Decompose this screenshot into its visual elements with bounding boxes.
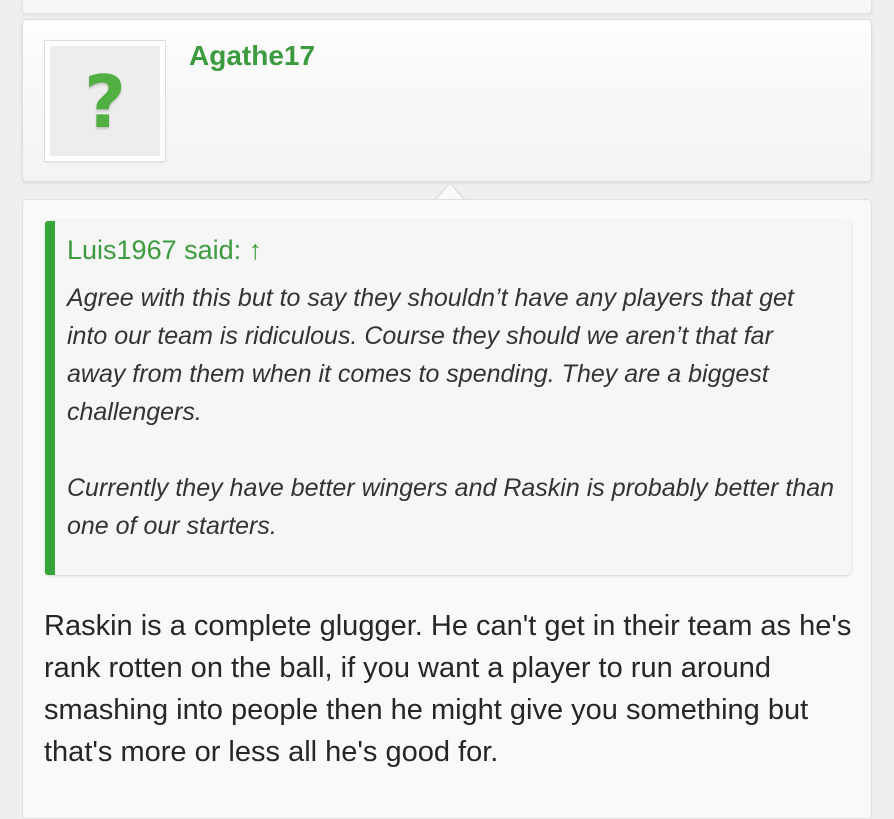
- quote-paragraph: Currently they have better wingers and R…: [67, 474, 835, 540]
- quote-text: Agree with this but to say they shouldn’…: [67, 279, 837, 545]
- quote-block: Luis1967 said: ↑ Agree with this but to …: [45, 221, 851, 575]
- user-info-block: ? Agathe17: [22, 19, 872, 182]
- previous-post-edge: [22, 0, 872, 14]
- speech-arrow: [436, 184, 464, 200]
- quote-paragraph: Agree with this but to say they shouldn’…: [67, 284, 794, 426]
- username-link[interactable]: Agathe17: [189, 40, 315, 72]
- quote-attribution-link[interactable]: Luis1967 said: ↑: [67, 233, 837, 267]
- question-mark-icon: ?: [84, 60, 126, 144]
- message-body: Raskin is a complete glugger. He can't g…: [44, 610, 852, 768]
- avatar[interactable]: ?: [45, 41, 165, 161]
- message-content: Luis1967 said: ↑ Agree with this but to …: [22, 199, 872, 819]
